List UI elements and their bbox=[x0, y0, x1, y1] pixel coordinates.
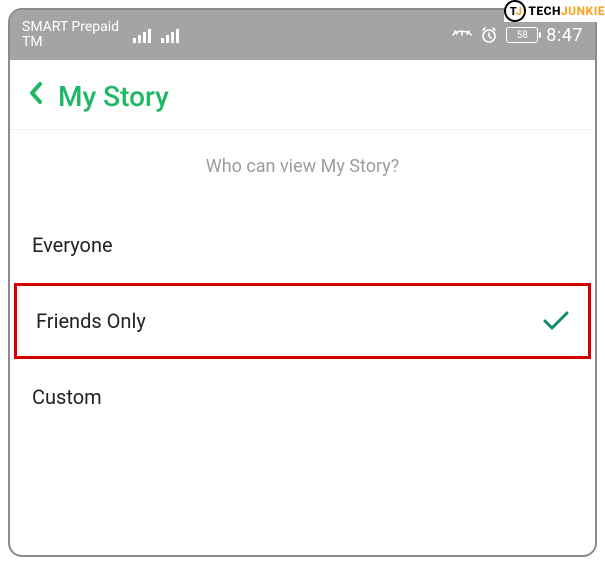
option-friends-only[interactable]: Friends Only bbox=[14, 283, 591, 359]
back-button[interactable] bbox=[28, 81, 44, 112]
checkmark-icon bbox=[543, 311, 569, 331]
option-everyone[interactable]: Everyone bbox=[10, 207, 595, 283]
eye-comfort-icon bbox=[452, 28, 472, 42]
battery-level: 58 bbox=[517, 30, 528, 41]
signal-icon-sim1 bbox=[133, 27, 151, 43]
status-right: 58 8:47 bbox=[452, 25, 583, 46]
watermark: TJ TECHJUNKIE bbox=[504, 0, 605, 22]
section-label: Who can view My Story? bbox=[10, 130, 595, 207]
option-label: Friends Only bbox=[36, 309, 146, 333]
battery-icon: 58 bbox=[506, 27, 538, 43]
option-label: Everyone bbox=[32, 233, 113, 257]
carrier-label: SMART Prepaid TM bbox=[22, 20, 119, 51]
alarm-icon bbox=[480, 26, 498, 44]
page-header: My Story bbox=[10, 60, 595, 130]
watermark-tech: TECH bbox=[528, 4, 561, 18]
watermark-badge: TJ bbox=[504, 0, 526, 22]
device-frame: SMART Prepaid TM 58 8:47 My Story Who ca… bbox=[8, 8, 597, 557]
watermark-text: TECHJUNKIE bbox=[528, 4, 605, 18]
watermark-junkie: JUNKIE bbox=[561, 4, 605, 18]
option-label: Custom bbox=[32, 385, 102, 409]
carrier-line1: SMART Prepaid bbox=[22, 20, 119, 35]
signal-icon-sim2 bbox=[161, 27, 179, 43]
carrier-line2: TM bbox=[22, 35, 119, 50]
option-custom[interactable]: Custom bbox=[10, 359, 595, 435]
watermark-badge-j: J bbox=[516, 5, 521, 18]
clock: 8:47 bbox=[546, 25, 583, 46]
page-title: My Story bbox=[58, 80, 169, 113]
